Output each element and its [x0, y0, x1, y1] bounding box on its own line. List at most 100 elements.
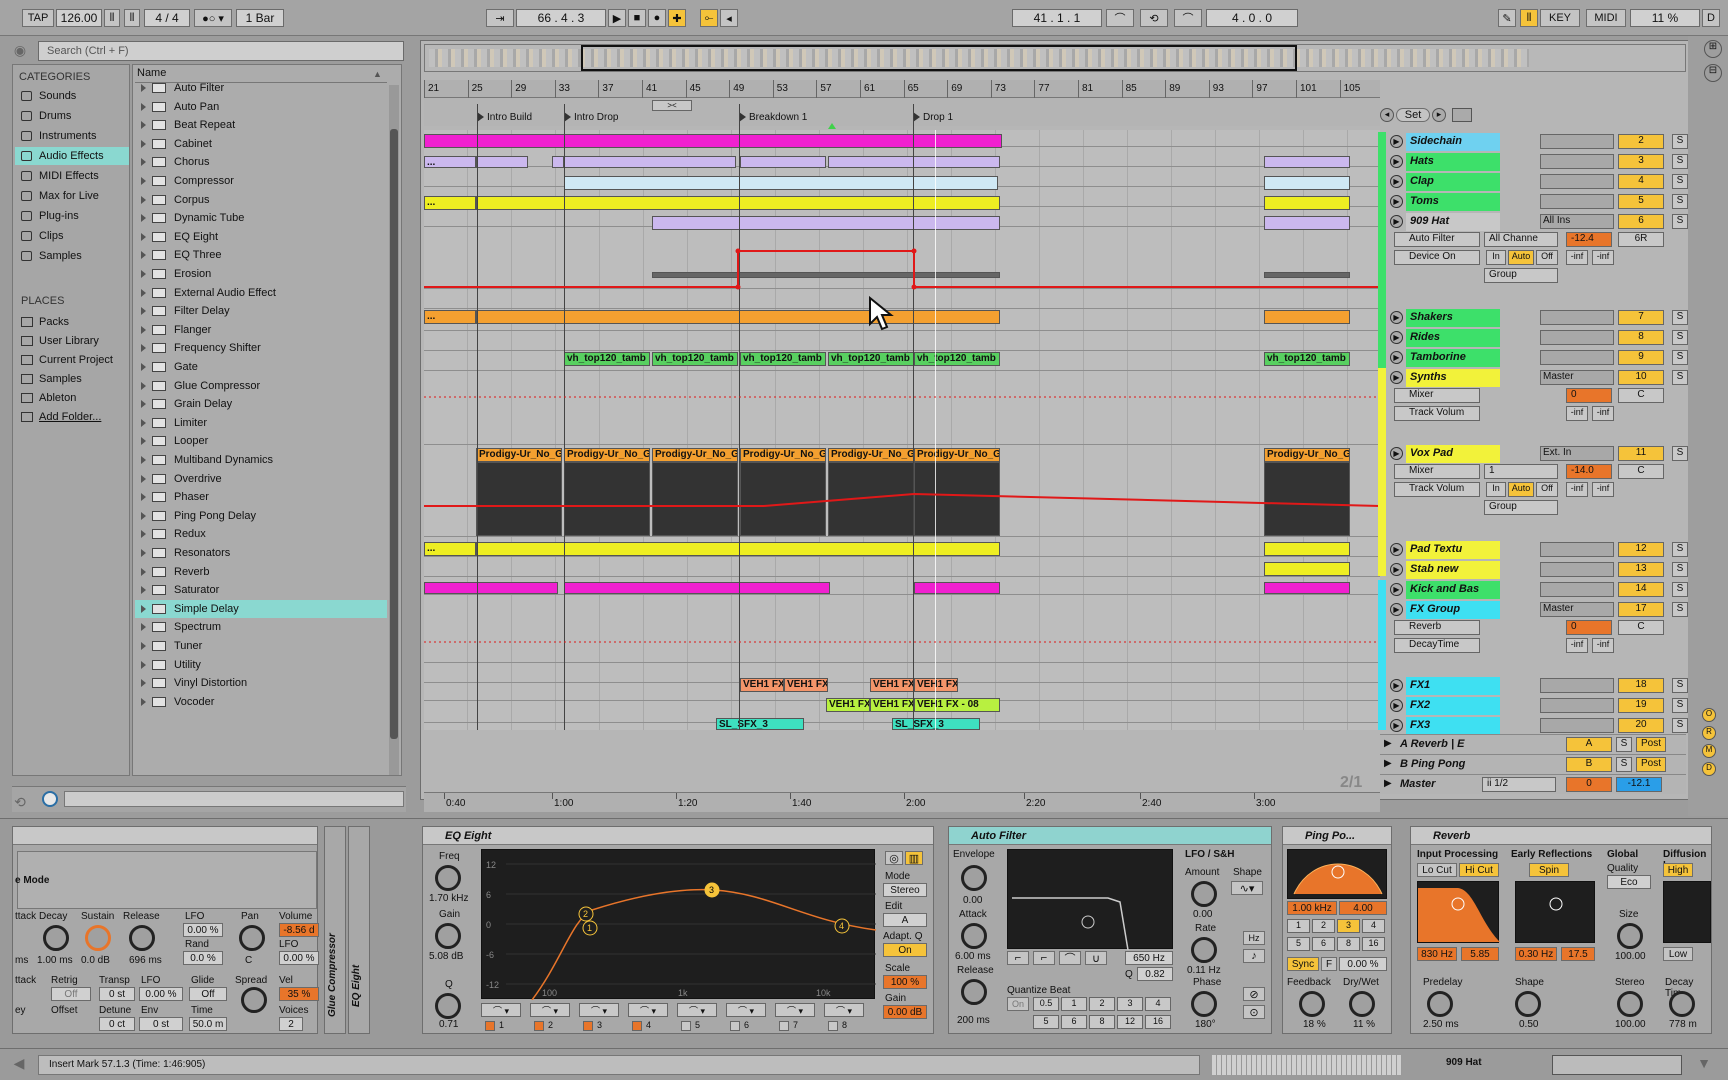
delay-division-option[interactable]: 8 [1337, 937, 1360, 951]
return-number[interactable]: B [1566, 757, 1612, 772]
expand-arrow-icon[interactable] [141, 623, 146, 632]
save-set-icon[interactable] [1452, 108, 1472, 122]
tempo-field[interactable]: 126.00 [56, 9, 102, 27]
parameter-chooser[interactable]: Track Volum [1394, 482, 1480, 497]
track-number[interactable]: 20 [1618, 718, 1664, 733]
follow-icon[interactable]: ⇥ [486, 9, 514, 27]
solo-button[interactable]: S [1672, 330, 1688, 345]
expand-arrow-icon[interactable] [141, 511, 146, 520]
track-number[interactable]: 13 [1618, 562, 1664, 577]
delay-division-option[interactable]: 2 [1312, 919, 1335, 933]
lfo2-field[interactable]: 0.00 % [279, 951, 319, 965]
eq-q-knob[interactable] [435, 993, 461, 1019]
browser-scrollbar[interactable] [389, 85, 399, 775]
locator-marker-icon[interactable] [739, 112, 746, 122]
device-chooser[interactable]: Mixer [1394, 388, 1480, 403]
return-name[interactable]: B Ping Pong [1400, 758, 1465, 770]
rv-quality-menu[interactable]: Eco [1607, 875, 1651, 889]
solo-button[interactable]: S [1672, 542, 1688, 557]
browser-item[interactable]: Saturator [135, 581, 387, 599]
output-chooser[interactable]: Group [1484, 500, 1558, 515]
locator-label[interactable]: Intro Drop [574, 112, 618, 123]
track-io-field[interactable] [1540, 174, 1614, 189]
place-item-current-project[interactable]: Current Project [15, 351, 129, 369]
solo-button[interactable]: S [1672, 134, 1688, 149]
pp-feedback-knob[interactable] [1299, 991, 1325, 1017]
expand-arrow-icon[interactable] [141, 177, 146, 185]
af-attack-knob[interactable] [961, 923, 987, 949]
track-pad-textu[interactable]: ▶ Pad Textu 12 S [1388, 540, 1704, 560]
fold-arrow-icon[interactable]: ▶ [1384, 738, 1392, 749]
bar-ruler[interactable]: 21 25 29 33 37 41 45 49 53 57 61 65 69 73 77 81 85 89 93 97… [424, 80, 1380, 98]
track-name[interactable]: 909 Hat [1406, 213, 1500, 231]
category-item-plug-ins[interactable]: Plug-ins [15, 207, 129, 225]
track-number[interactable]: 9 [1618, 350, 1664, 365]
highpass-icon[interactable]: ⌐ [1033, 951, 1055, 965]
detune-field[interactable]: 0 ct [99, 1017, 135, 1031]
eq-audition-icon[interactable]: ◎ [885, 851, 903, 865]
parameter-chooser[interactable]: Device On [1394, 250, 1480, 265]
eq-filter-type-menu[interactable]: ⌒ ▾ [677, 1003, 717, 1017]
track-stab-new[interactable]: ▶ Stab new 13 S [1388, 560, 1704, 580]
expand-arrow-icon[interactable] [141, 270, 146, 278]
browser-item[interactable]: Simple Delay [135, 599, 387, 618]
rv-early-display[interactable] [1515, 881, 1595, 943]
track-name[interactable]: FX Group [1406, 601, 1500, 619]
browser-item[interactable]: Vocoder [135, 693, 387, 711]
af-rate-knob[interactable] [1191, 937, 1217, 963]
monitor-auto-button[interactable]: Auto [1508, 250, 1534, 265]
browser-toggle-icon[interactable]: ◉ [8, 40, 32, 60]
return-0[interactable]: ▶ A Reverb | E A S Post [1380, 734, 1686, 754]
browser-item[interactable]: Flanger [135, 321, 387, 339]
return-name[interactable]: Master [1400, 778, 1435, 790]
volume-field[interactable]: -8.56 d [279, 923, 319, 937]
track-fx3[interactable]: ▶ FX3 20 S [1388, 716, 1704, 736]
pp-frequency-field[interactable]: 1.00 kHz [1287, 901, 1337, 915]
lfo-amount-field[interactable]: 0.00 % [183, 923, 223, 937]
solo-button[interactable]: S [1616, 737, 1632, 752]
browser-item[interactable]: Utility [135, 656, 387, 674]
track-io-field[interactable] [1540, 350, 1614, 365]
expand-arrow-icon[interactable] [141, 121, 146, 130]
locator-marker-icon[interactable] [564, 112, 571, 122]
browser-item[interactable]: Compressor [135, 172, 387, 190]
expand-arrow-icon[interactable] [141, 642, 146, 650]
track-name[interactable]: FX1 [1406, 677, 1500, 695]
post-button[interactable]: Post [1636, 737, 1666, 752]
track-number[interactable]: 8 [1618, 330, 1664, 345]
af-q-field[interactable]: 0.82 [1137, 967, 1173, 981]
track-name[interactable]: Sidechain [1406, 133, 1500, 151]
track-io-field[interactable] [1540, 698, 1614, 713]
track-synths[interactable]: ▶ Synths Master 10 S [1388, 368, 1704, 388]
track-io-field[interactable] [1540, 562, 1614, 577]
track-name[interactable]: Hats [1406, 153, 1500, 171]
solo-button[interactable]: S [1672, 678, 1688, 693]
track-fx-group[interactable]: ▶ FX Group Master 17 S [1388, 600, 1704, 620]
track-name[interactable]: Toms [1406, 193, 1500, 211]
expand-arrow-icon[interactable] [141, 679, 146, 688]
browser-item[interactable]: Redux [135, 525, 387, 543]
returns-toggle-icon[interactable]: R [1702, 726, 1716, 740]
category-item-sounds[interactable]: Sounds [15, 87, 129, 105]
track-number[interactable]: 18 [1618, 678, 1664, 693]
pan-knob[interactable] [239, 925, 265, 951]
channel-chooser[interactable]: All Channe [1484, 232, 1558, 247]
category-item-drums[interactable]: Drums [15, 107, 129, 125]
category-item-samples[interactable]: Samples [15, 247, 129, 265]
rv-decay-knob[interactable] [1669, 991, 1695, 1017]
pp-filter-display[interactable] [1287, 849, 1387, 899]
device-chooser[interactable]: Mixer [1394, 464, 1480, 479]
expand-arrow-icon[interactable] [141, 232, 146, 241]
expand-arrow-icon[interactable] [141, 251, 146, 260]
track-name[interactable]: Rides [1406, 329, 1500, 347]
expand-arrow-icon[interactable] [141, 344, 146, 353]
device-overview-strip[interactable] [1552, 1055, 1682, 1075]
volume-field[interactable]: -12.4 [1566, 232, 1612, 247]
glide-menu[interactable]: Off [189, 987, 227, 1001]
eq-title-bar[interactable]: EQ Eight [423, 827, 933, 845]
fold-arrow-icon[interactable]: ▶ [1384, 778, 1392, 789]
rv-size-knob[interactable] [1617, 923, 1643, 949]
track-name[interactable]: Clap [1406, 173, 1500, 191]
bandpass-icon[interactable]: ⌒ [1059, 951, 1081, 965]
place-item-ableton[interactable]: Ableton [15, 389, 129, 407]
